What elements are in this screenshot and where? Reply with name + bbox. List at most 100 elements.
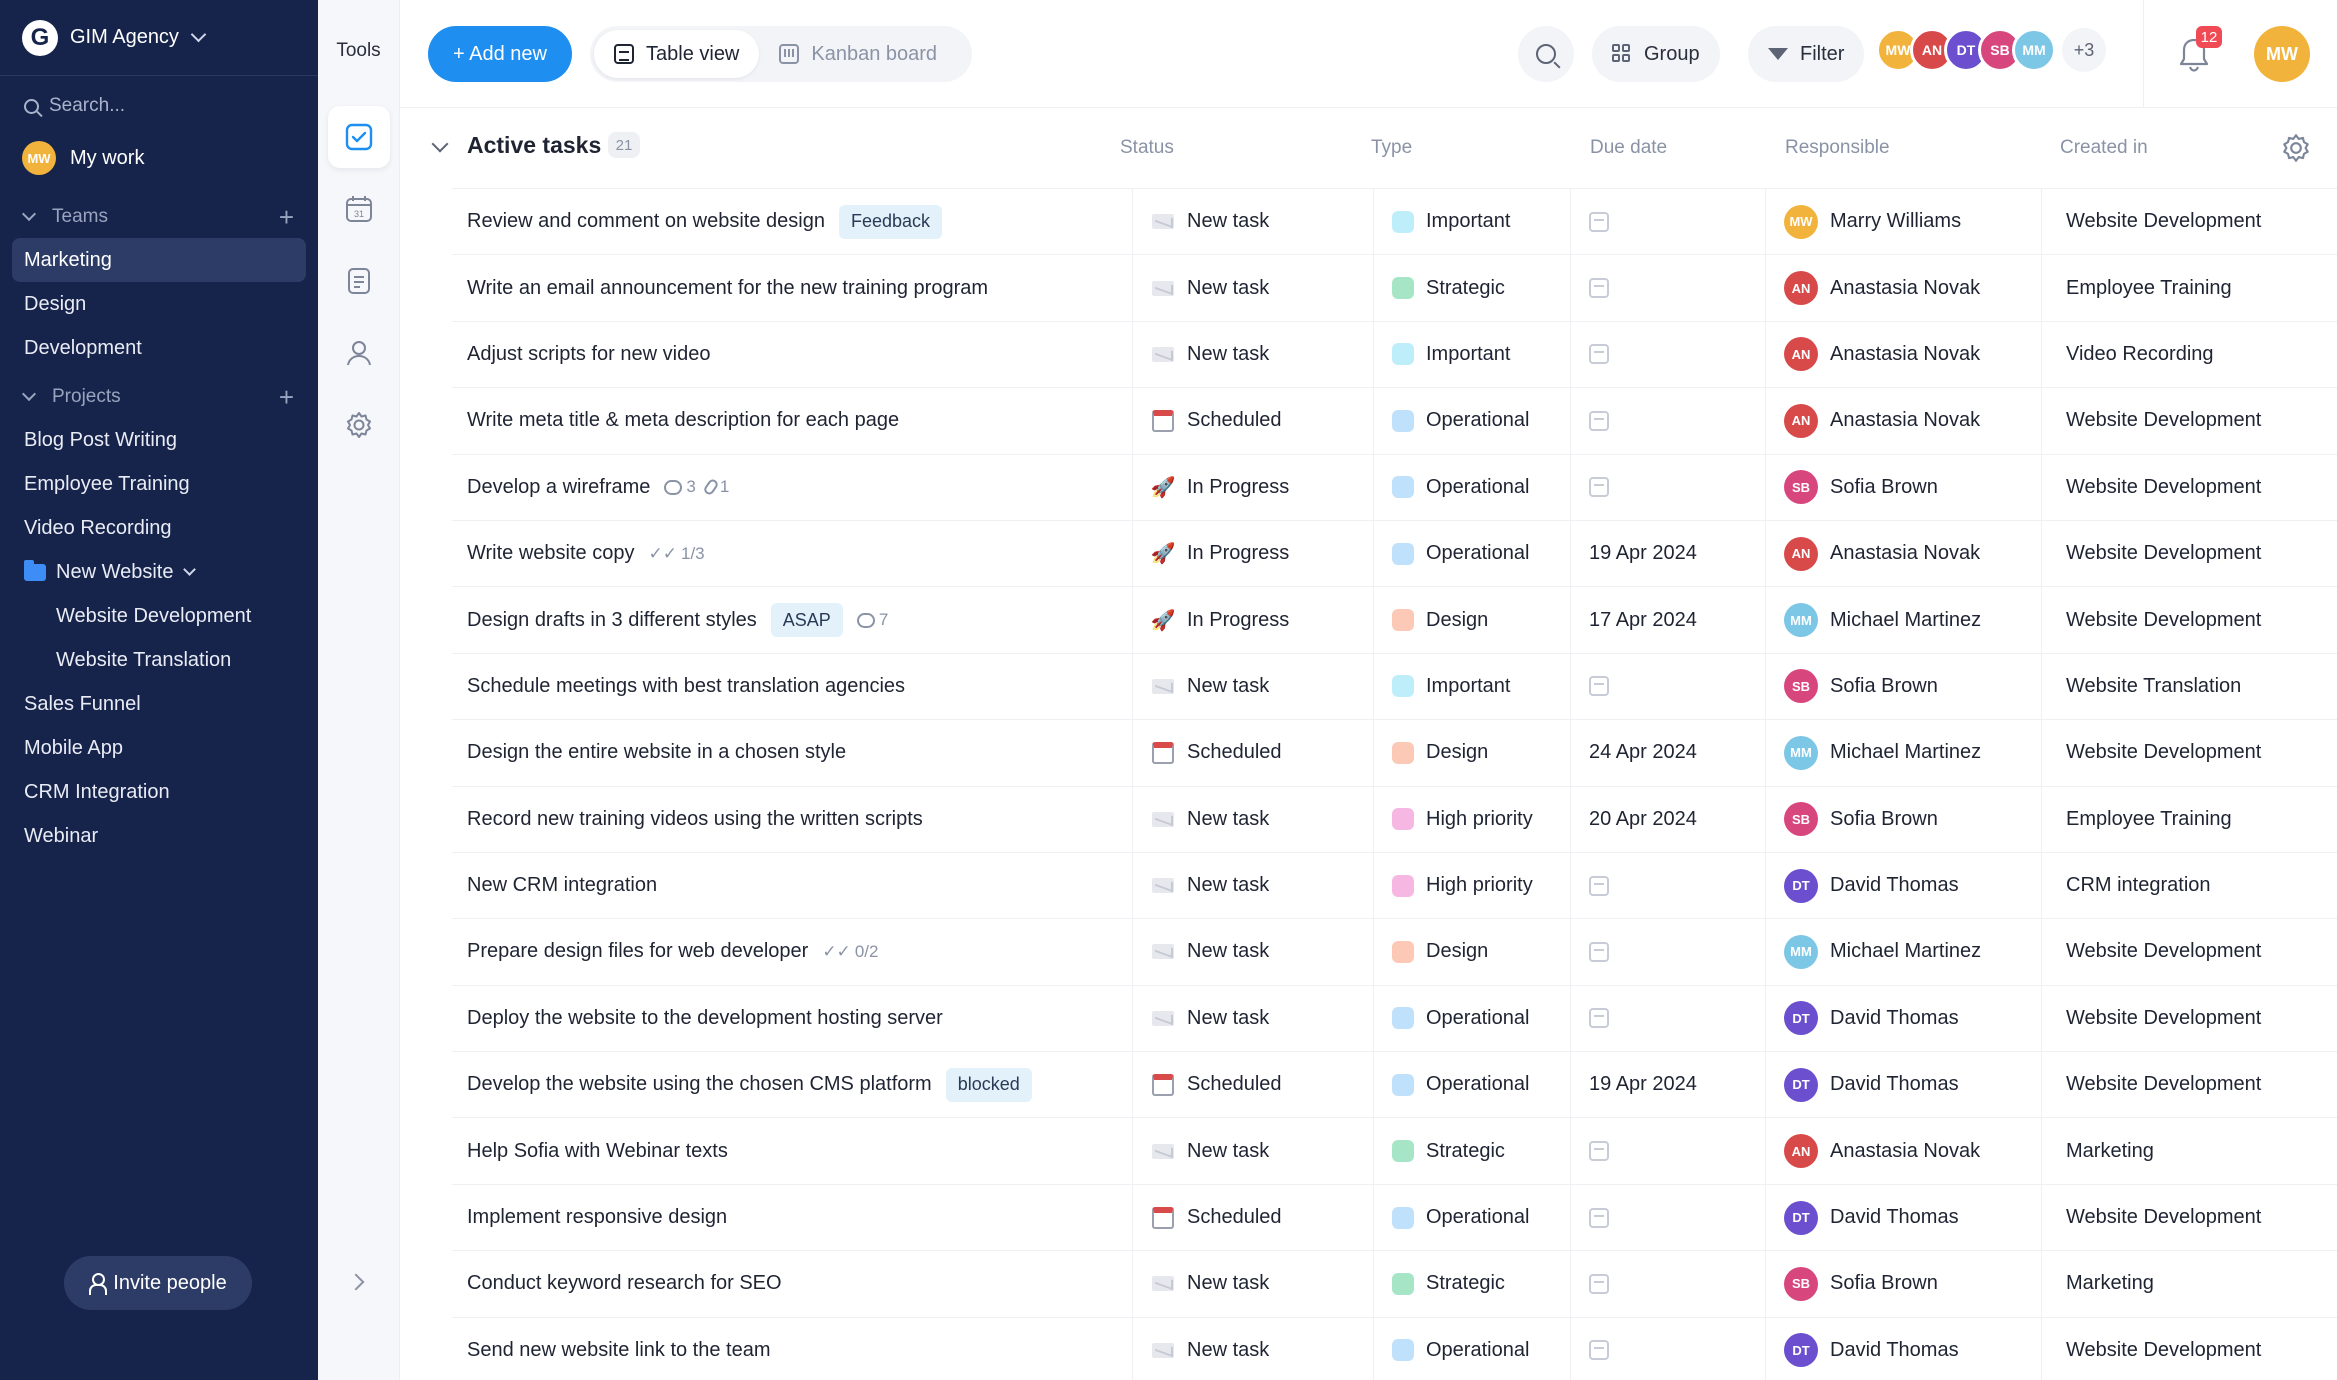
add-project-icon[interactable]: + <box>279 384 294 410</box>
type-cell[interactable]: Strategic <box>1373 255 1570 321</box>
sidebar-item-design[interactable]: Design <box>12 282 306 326</box>
teams-section-header[interactable]: Teams + <box>0 196 318 238</box>
task-name-cell[interactable]: Help Sofia with Webinar texts <box>467 1118 1127 1183</box>
people-tool-button[interactable] <box>328 322 390 384</box>
sidebar-item-website-translation[interactable]: Website Translation <box>12 638 306 682</box>
status-cell[interactable]: Scheduled <box>1132 1052 1372 1118</box>
table-row[interactable]: Write an email announcement for the new … <box>452 254 2337 321</box>
due-date-cell[interactable]: 24 Apr 2024 <box>1570 720 1765 786</box>
status-cell[interactable]: New task <box>1132 852 1372 919</box>
type-cell[interactable]: Design <box>1373 720 1570 786</box>
created-in-cell[interactable]: Website Development <box>2041 919 2337 985</box>
due-date-cell[interactable]: 20 Apr 2024 <box>1570 786 1765 852</box>
table-row[interactable]: Develop the website using the chosen CMS… <box>452 1051 2337 1118</box>
created-in-cell[interactable]: Marketing <box>2041 1251 2337 1317</box>
type-cell[interactable]: High priority <box>1373 786 1570 852</box>
sidebar-item-video-recording[interactable]: Video Recording <box>12 506 306 550</box>
task-name-cell[interactable]: Record new training videos using the wri… <box>467 787 1127 852</box>
due-date-cell[interactable] <box>1570 1251 1765 1317</box>
due-date-cell[interactable] <box>1570 388 1765 454</box>
group-button[interactable]: Group <box>1592 26 1720 82</box>
created-in-cell[interactable]: Marketing <box>2041 1118 2337 1184</box>
status-cell[interactable]: 🚀 In Progress <box>1132 587 1372 653</box>
status-cell[interactable]: New task <box>1132 653 1372 720</box>
workspace-switcher[interactable]: G GIM Agency <box>0 0 318 76</box>
type-cell[interactable]: Operational <box>1373 520 1570 587</box>
responsible-cell[interactable]: AN Anastasia Novak <box>1765 388 2041 454</box>
due-date-cell[interactable] <box>1570 852 1765 919</box>
sidebar-item-development[interactable]: Development <box>12 326 306 370</box>
created-in-cell[interactable]: Employee Training <box>2041 255 2337 321</box>
due-date-cell[interactable] <box>1570 189 1765 255</box>
sidebar-item-my-work[interactable]: MW My work <box>0 136 318 180</box>
invite-people-button[interactable]: Invite people <box>64 1256 252 1310</box>
task-tag[interactable]: Feedback <box>838 204 943 239</box>
type-cell[interactable]: Important <box>1373 189 1570 255</box>
responsible-cell[interactable]: AN Anastasia Novak <box>1765 321 2041 388</box>
due-date-cell[interactable] <box>1570 919 1765 985</box>
table-row[interactable]: Deploy the website to the development ho… <box>452 984 2337 1052</box>
type-cell[interactable]: Design <box>1373 919 1570 985</box>
created-in-cell[interactable]: Website Development <box>2041 454 2337 520</box>
team-avatars[interactable]: MW AN DT SB MM +3 <box>1876 28 2106 72</box>
responsible-cell[interactable]: DT David Thomas <box>1765 1184 2041 1251</box>
due-date-cell[interactable] <box>1570 454 1765 520</box>
task-name-cell[interactable]: New CRM integration <box>467 853 1127 918</box>
task-name-cell[interactable]: Write an email announcement for the new … <box>467 255 1127 320</box>
table-row[interactable]: New CRM integration New task High priori… <box>452 851 2337 919</box>
task-name-cell[interactable]: Send new website link to the team <box>467 1318 1127 1380</box>
due-date-cell[interactable]: 17 Apr 2024 <box>1570 587 1765 653</box>
table-row[interactable]: Send new website link to the team New ta… <box>452 1316 2337 1380</box>
table-row[interactable]: Develop a wireframe 3 1 🚀 In Progress Oper… <box>452 453 2337 520</box>
tasks-tool-button[interactable] <box>327 106 390 168</box>
type-cell[interactable]: Important <box>1373 653 1570 720</box>
created-in-cell[interactable]: Employee Training <box>2041 786 2337 852</box>
type-cell[interactable]: Operational <box>1373 1317 1570 1380</box>
column-header-responsible[interactable]: Responsible <box>1785 137 1890 159</box>
settings-tool-button[interactable] <box>328 394 390 456</box>
responsible-cell[interactable]: DT David Thomas <box>1765 1317 2041 1380</box>
status-cell[interactable]: New task <box>1132 1251 1372 1317</box>
column-header-due-date[interactable]: Due date <box>1590 137 1667 159</box>
sidebar-item-employee-training[interactable]: Employee Training <box>12 462 306 506</box>
sidebar-search[interactable]: Search... <box>0 76 318 136</box>
task-name-cell[interactable]: Conduct keyword research for SEO <box>467 1251 1127 1316</box>
responsible-cell[interactable]: DT David Thomas <box>1765 985 2041 1052</box>
filter-button[interactable]: Filter <box>1748 26 1865 82</box>
task-tag[interactable]: ASAP <box>770 603 843 638</box>
responsible-cell[interactable]: SB Sofia Brown <box>1765 454 2041 520</box>
type-cell[interactable]: Strategic <box>1373 1118 1570 1184</box>
sidebar-item-website-development[interactable]: Website Development <box>12 594 306 638</box>
responsible-cell[interactable]: AN Anastasia Novak <box>1765 520 2041 587</box>
due-date-cell[interactable] <box>1570 985 1765 1052</box>
created-in-cell[interactable]: CRM integration <box>2041 852 2337 919</box>
responsible-cell[interactable]: AN Anastasia Novak <box>1765 1118 2041 1184</box>
type-cell[interactable]: Operational <box>1373 1052 1570 1118</box>
responsible-cell[interactable]: MM Michael Martinez <box>1765 587 2041 653</box>
table-row[interactable]: Conduct keyword research for SEO New tas… <box>452 1250 2337 1317</box>
type-cell[interactable]: Strategic <box>1373 1251 1570 1317</box>
tab-table-view[interactable]: Table view <box>594 30 760 78</box>
table-row[interactable]: Write website copy ✓✓ 1/3 🚀 In Progress Op… <box>452 519 2337 587</box>
type-cell[interactable]: Operational <box>1373 985 1570 1052</box>
responsible-cell[interactable]: SB Sofia Brown <box>1765 786 2041 852</box>
responsible-cell[interactable]: DT David Thomas <box>1765 1052 2041 1118</box>
type-cell[interactable]: Operational <box>1373 388 1570 454</box>
sidebar-item-sales-funnel[interactable]: Sales Funnel <box>12 682 306 726</box>
sidebar-item-webinar[interactable]: Webinar <box>12 814 306 858</box>
status-cell[interactable]: Scheduled <box>1132 1184 1372 1251</box>
table-row[interactable]: Design drafts in 3 different styles ASAP 7… <box>452 586 2337 653</box>
created-in-cell[interactable]: Website Development <box>2041 720 2337 786</box>
due-date-cell[interactable] <box>1570 1317 1765 1380</box>
table-row[interactable]: Review and comment on website design Feed… <box>452 188 2337 255</box>
status-cell[interactable]: 🚀 In Progress <box>1132 454 1372 520</box>
more-members-badge[interactable]: +3 <box>2062 28 2106 72</box>
created-in-cell[interactable]: Website Development <box>2041 985 2337 1052</box>
task-name-cell[interactable]: Review and comment on website design Feed… <box>467 189 1127 254</box>
status-cell[interactable]: New task <box>1132 1118 1372 1184</box>
tab-kanban-board[interactable]: Kanban board <box>759 30 957 78</box>
created-in-cell[interactable]: Website Development <box>2041 587 2337 653</box>
task-name-cell[interactable]: Schedule meetings with best translation … <box>467 654 1127 719</box>
table-row[interactable]: Schedule meetings with best translation … <box>452 652 2337 720</box>
created-in-cell[interactable]: Website Development <box>2041 520 2337 587</box>
